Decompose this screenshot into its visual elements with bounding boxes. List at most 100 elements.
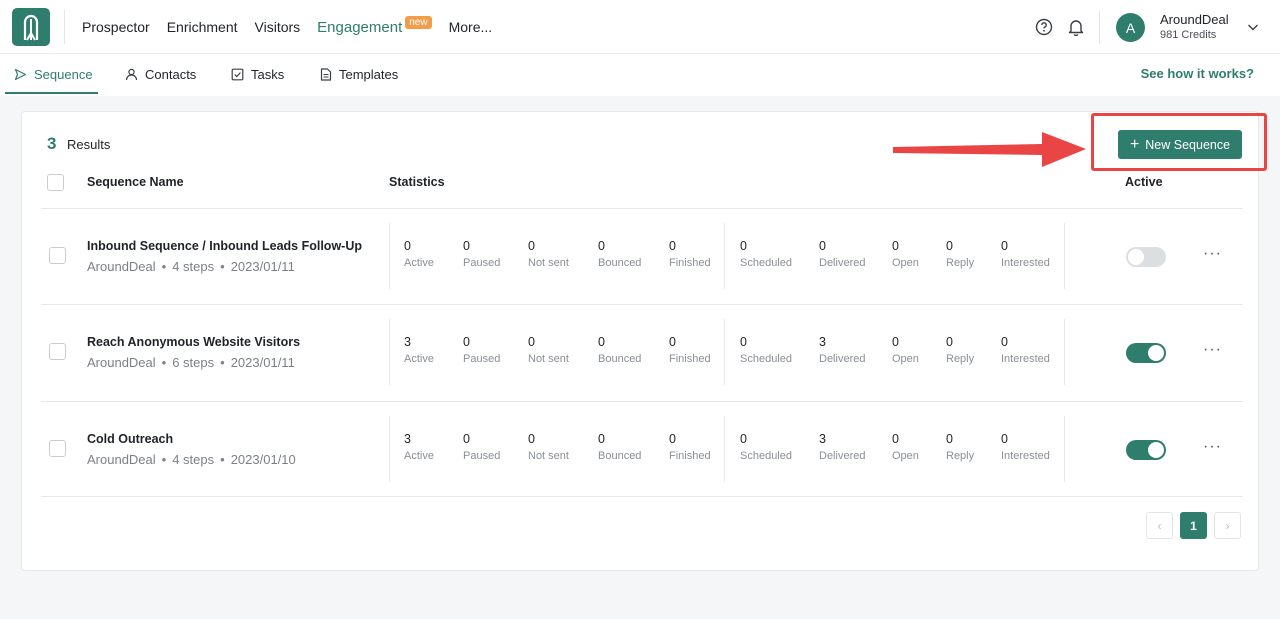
stat-label: Open bbox=[892, 353, 919, 365]
column-statistics: Statistics bbox=[389, 175, 445, 189]
stat-value: 0 bbox=[463, 239, 470, 253]
stat-value: 0 bbox=[1001, 432, 1008, 446]
stat-label: Not sent bbox=[528, 450, 569, 462]
stat-paused: 0 Paused bbox=[463, 432, 500, 462]
active-toggle[interactable] bbox=[1126, 440, 1166, 460]
stat-value: 0 bbox=[463, 432, 470, 446]
new-sequence-label: New Sequence bbox=[1145, 137, 1231, 152]
stat-label: Not sent bbox=[528, 257, 569, 269]
select-all-checkbox[interactable] bbox=[47, 174, 64, 191]
column-separator bbox=[724, 416, 725, 482]
stat-reply: 0 Reply bbox=[946, 335, 974, 365]
bell-icon[interactable] bbox=[1066, 17, 1086, 37]
results-count: 3 bbox=[47, 134, 57, 153]
nav-more[interactable]: More... bbox=[449, 19, 493, 35]
column-separator bbox=[389, 416, 390, 482]
person-icon bbox=[125, 68, 138, 80]
column-separator bbox=[1064, 319, 1065, 385]
results-label: Results bbox=[67, 137, 111, 152]
stat-label: Bounced bbox=[598, 353, 642, 365]
sequence-meta: AroundDeal • 4 steps • 2023/01/10 bbox=[87, 452, 296, 467]
tab-sequence[interactable]: Sequence bbox=[14, 54, 93, 94]
more-options-icon[interactable]: ··· bbox=[1203, 341, 1222, 359]
stat-reply: 0 Reply bbox=[946, 239, 974, 269]
tab-contacts[interactable]: Contacts bbox=[125, 54, 196, 94]
chevron-down-icon[interactable] bbox=[1246, 20, 1260, 34]
stat-value: 0 bbox=[946, 432, 953, 446]
stat-value: 0 bbox=[892, 432, 899, 446]
stat-paused: 0 Paused bbox=[463, 239, 500, 269]
sequence-date: 2023/01/11 bbox=[230, 355, 295, 370]
avatar[interactable]: A bbox=[1116, 13, 1145, 42]
stat-not-sent: 0 Not sent bbox=[528, 239, 569, 269]
sequence-meta: AroundDeal • 4 steps • 2023/01/11 bbox=[87, 259, 295, 274]
nav-enrichment[interactable]: Enrichment bbox=[167, 19, 238, 35]
new-sequence-button[interactable]: + New Sequence bbox=[1118, 130, 1242, 159]
stat-value: 0 bbox=[669, 335, 676, 349]
stat-value: 0 bbox=[740, 239, 747, 253]
row-checkbox[interactable] bbox=[49, 343, 66, 360]
sequence-list-card: 3 Results + New Sequence Sequence Name S… bbox=[21, 111, 1259, 571]
stat-interested: 0 Interested bbox=[1001, 432, 1050, 462]
page-1-button[interactable]: 1 bbox=[1180, 512, 1207, 539]
active-toggle[interactable] bbox=[1126, 343, 1166, 363]
nav-engagement[interactable]: Engagement new bbox=[317, 15, 432, 36]
stat-label: Finished bbox=[669, 257, 711, 269]
app-logo[interactable] bbox=[12, 8, 50, 46]
prev-page-button[interactable]: ‹ bbox=[1146, 512, 1173, 539]
active-toggle[interactable] bbox=[1126, 247, 1166, 267]
sequence-name[interactable]: Cold Outreach bbox=[87, 432, 173, 446]
next-page-button[interactable]: › bbox=[1214, 512, 1241, 539]
stat-label: Paused bbox=[463, 353, 501, 365]
nav-engagement-label: Engagement bbox=[317, 18, 403, 36]
stat-label: Reply bbox=[946, 353, 975, 365]
toggle-knob bbox=[1128, 249, 1144, 265]
stat-label: Open bbox=[892, 450, 919, 462]
table-row[interactable]: Inbound Sequence / Inbound Leads Follow-… bbox=[41, 208, 1243, 305]
nav-visitors[interactable]: Visitors bbox=[255, 19, 301, 35]
user-name[interactable]: AroundDeal bbox=[1160, 12, 1229, 27]
tab-contacts-label: Contacts bbox=[145, 66, 197, 82]
top-navbar: Prospector Enrichment Visitors Engagemen… bbox=[0, 0, 1280, 54]
stat-value: 3 bbox=[404, 335, 411, 349]
sequence-name[interactable]: Inbound Sequence / Inbound Leads Follow-… bbox=[87, 239, 362, 253]
stat-value: 3 bbox=[819, 335, 826, 349]
tab-tasks[interactable]: Tasks bbox=[231, 54, 284, 94]
stat-value: 0 bbox=[669, 239, 676, 253]
row-checkbox[interactable] bbox=[49, 247, 66, 264]
stat-not-sent: 0 Not sent bbox=[528, 432, 569, 462]
column-separator bbox=[724, 223, 725, 289]
stat-value: 0 bbox=[892, 335, 899, 349]
more-options-icon[interactable]: ··· bbox=[1203, 438, 1222, 456]
stat-value: 0 bbox=[669, 432, 676, 446]
table-row[interactable]: Reach Anonymous Website Visitors AroundDe… bbox=[41, 304, 1243, 401]
see-how-link[interactable]: See how it works? bbox=[1141, 66, 1254, 81]
send-icon bbox=[14, 68, 27, 80]
checkbox-icon bbox=[231, 68, 244, 80]
help-icon[interactable] bbox=[1034, 17, 1054, 37]
sequence-date: 2023/01/10 bbox=[230, 452, 296, 467]
more-options-icon[interactable]: ··· bbox=[1203, 245, 1222, 263]
nav-prospector[interactable]: Prospector bbox=[82, 19, 150, 35]
row-checkbox[interactable] bbox=[49, 440, 66, 457]
stat-label: Scheduled bbox=[740, 353, 792, 365]
meta-separator: • bbox=[220, 452, 225, 467]
toggle-knob bbox=[1148, 345, 1164, 361]
table-row[interactable]: Cold Outreach AroundDeal • 4 steps • 2023/01/… bbox=[41, 401, 1243, 498]
stat-value: 0 bbox=[1001, 239, 1008, 253]
stat-value: 0 bbox=[946, 239, 953, 253]
engagement-tabs: Sequence Contacts Tasks Templates See ho… bbox=[0, 54, 1280, 96]
sequence-owner: AroundDeal bbox=[87, 259, 156, 274]
stat-active: 3 Active bbox=[404, 432, 434, 462]
stat-label: Not sent bbox=[528, 353, 569, 365]
meta-separator: • bbox=[161, 355, 167, 370]
stat-value: 0 bbox=[946, 335, 953, 349]
tab-templates[interactable]: Templates bbox=[320, 54, 398, 94]
stat-finished: 0 Finished bbox=[669, 335, 711, 365]
stat-label: Finished bbox=[669, 353, 711, 365]
stat-value: 0 bbox=[819, 239, 826, 253]
sequence-name[interactable]: Reach Anonymous Website Visitors bbox=[87, 335, 300, 349]
stat-bounced: 0 Bounced bbox=[598, 335, 641, 365]
sequence-steps: 4 steps bbox=[172, 452, 215, 467]
stat-value: 0 bbox=[892, 239, 899, 253]
